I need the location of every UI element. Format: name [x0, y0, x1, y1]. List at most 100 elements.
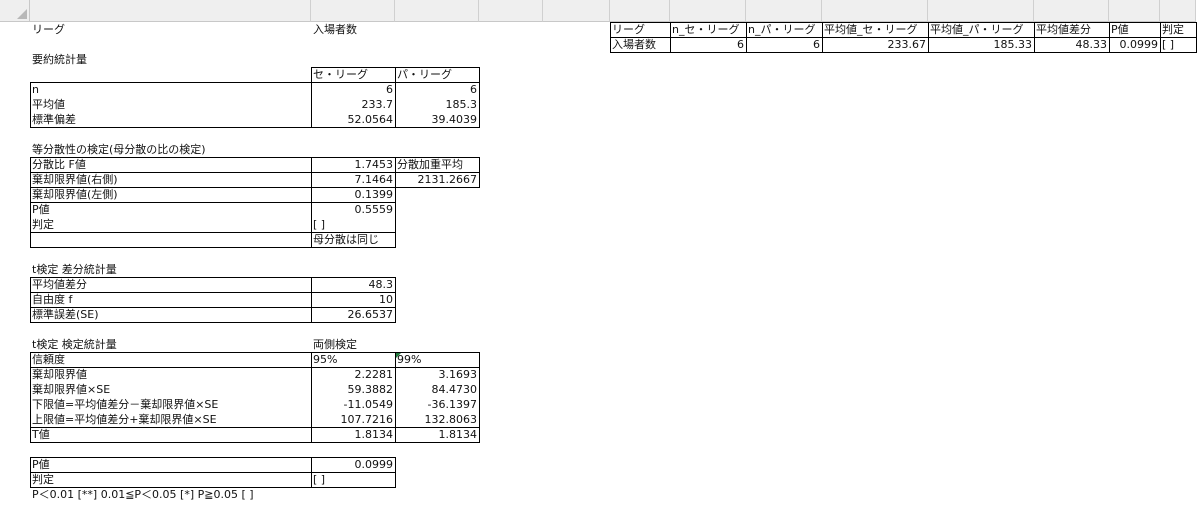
column-header-i[interactable]	[822, 0, 928, 22]
row-header-13[interactable]	[0, 202, 22, 217]
cell-c10[interactable]: 分散加重平均	[395, 157, 479, 172]
cell-i1[interactable]: 平均値_セ・リーグ	[822, 22, 928, 37]
cell-l1[interactable]: P値	[1109, 22, 1160, 37]
cell-j1[interactable]: 平均値_パ・リーグ	[928, 22, 1034, 37]
row-header-9[interactable]	[0, 142, 22, 157]
cell-a25[interactable]: 棄却限界値×SE	[30, 382, 311, 397]
row-header-16[interactable]	[0, 247, 22, 262]
cell-a6[interactable]: 平均値	[30, 97, 311, 112]
row-header-23[interactable]	[0, 352, 22, 367]
row-header-4[interactable]	[0, 67, 22, 82]
cell-a20[interactable]: 標準誤差(SE)	[30, 307, 311, 322]
row-header-3[interactable]	[0, 52, 22, 67]
column-header-a[interactable]	[30, 0, 311, 22]
column-header-m[interactable]	[1160, 0, 1196, 22]
cell-b20[interactable]: 26.6537	[311, 307, 395, 322]
cell-a26[interactable]: 下限値=平均値差分－棄却限界値×SE	[30, 397, 311, 412]
row-header-33[interactable]	[0, 502, 22, 517]
cell-h1[interactable]: n_パ・リーグ	[746, 22, 822, 37]
cell-a7[interactable]: 標準偏差	[30, 112, 311, 127]
row-header-25[interactable]	[0, 382, 22, 397]
row-header-29[interactable]	[0, 442, 22, 457]
cell-c4[interactable]: パ・リーグ	[395, 67, 479, 82]
cell-a19[interactable]: 自由度 f	[30, 292, 311, 307]
cell-c28[interactable]: 1.8134	[395, 427, 479, 442]
cell-g1[interactable]: n_セ・リーグ	[670, 22, 746, 37]
row-header-6[interactable]	[0, 97, 22, 112]
cell-b30[interactable]: 0.0999	[311, 457, 395, 472]
cell-b4[interactable]: セ・リーグ	[311, 67, 395, 82]
cell-j2[interactable]: 185.33	[928, 37, 1034, 52]
cell-b31[interactable]: [ ]	[311, 472, 395, 487]
cell-b10[interactable]: 1.7453	[311, 157, 395, 172]
row-header-18[interactable]	[0, 277, 22, 292]
row-header-8[interactable]	[0, 127, 22, 142]
row-header-7[interactable]	[0, 112, 22, 127]
cell-a1[interactable]: リーグ	[30, 22, 311, 37]
cell-a10[interactable]: 分散比 F値	[30, 157, 311, 172]
cell-b19[interactable]: 10	[311, 292, 395, 307]
cell-c7[interactable]: 39.4039	[395, 112, 479, 127]
row-header-10[interactable]	[0, 157, 22, 172]
cell-a23[interactable]: 信頼度	[30, 352, 311, 367]
cell-a32[interactable]: P＜0.01 [**] 0.01≦P＜0.05 [*] P≧0.05 [ ]	[30, 487, 311, 502]
cell-c27[interactable]: 132.8063	[395, 412, 479, 427]
cell-a22[interactable]: t検定 検定統計量	[30, 337, 311, 352]
cell-a30[interactable]: P値	[30, 457, 311, 472]
cell-b12[interactable]: 0.1399	[311, 187, 395, 202]
cell-c6[interactable]: 185.3	[395, 97, 479, 112]
cell-a13[interactable]: P値	[30, 202, 311, 217]
cell-a24[interactable]: 棄却限界値	[30, 367, 311, 382]
cell-b11[interactable]: 7.1464	[311, 172, 395, 187]
cell-b13[interactable]: 0.5559	[311, 202, 395, 217]
cell-b14[interactable]: [ ]	[311, 217, 395, 232]
row-header-31[interactable]	[0, 472, 22, 487]
cell-k1[interactable]: 平均値差分	[1034, 22, 1109, 37]
row-header-27[interactable]	[0, 412, 22, 427]
cell-a18[interactable]: 平均値差分	[30, 277, 311, 292]
column-header-b[interactable]	[311, 0, 395, 22]
row-header-32[interactable]	[0, 487, 22, 502]
cell-b25[interactable]: 59.3882	[311, 382, 395, 397]
cell-b23[interactable]: 95%	[311, 352, 395, 367]
cell-h2[interactable]: 6	[746, 37, 822, 52]
cell-c23[interactable]: 99%	[395, 352, 479, 367]
cell-k2[interactable]: 48.33	[1034, 37, 1109, 52]
row-header-20[interactable]	[0, 307, 22, 322]
cell-f1[interactable]: リーグ	[610, 22, 670, 37]
cell-b5[interactable]: 6	[311, 82, 395, 97]
cell-b1[interactable]: 入場者数	[311, 22, 395, 37]
row-header-14[interactable]	[0, 217, 22, 232]
cell-b6[interactable]: 233.7	[311, 97, 395, 112]
row-header-21[interactable]	[0, 322, 22, 337]
cell-b22[interactable]: 両側検定	[311, 337, 395, 352]
row-header-17[interactable]	[0, 262, 22, 277]
column-header-e[interactable]	[543, 0, 610, 22]
cell-a3[interactable]: 要約統計量	[30, 52, 311, 67]
cell-g2[interactable]: 6	[670, 37, 746, 52]
cell-a17[interactable]: t検定 差分統計量	[30, 262, 311, 277]
column-header-c[interactable]	[395, 0, 479, 22]
row-header-2[interactable]	[0, 37, 22, 52]
cell-a11[interactable]: 棄却限界値(右側)	[30, 172, 311, 187]
column-header-l[interactable]	[1109, 0, 1160, 22]
column-header-k[interactable]	[1034, 0, 1109, 22]
row-header-22[interactable]	[0, 337, 22, 352]
column-header-g[interactable]	[670, 0, 746, 22]
cell-a27[interactable]: 上限値=平均値差分+棄却限界値×SE	[30, 412, 311, 427]
cell-b28[interactable]: 1.8134	[311, 427, 395, 442]
cell-b27[interactable]: 107.7216	[311, 412, 395, 427]
cell-a14[interactable]: 判定	[30, 217, 311, 232]
column-header-d[interactable]	[479, 0, 543, 22]
spreadsheet-grid[interactable]: リーグ 入場者数 要約統計量 セ・リーグ パ・リーグ n 6 6 平均値 233.7 185.3 標準…	[0, 0, 1200, 517]
row-header-15[interactable]	[0, 232, 22, 247]
row-header-12[interactable]	[0, 187, 22, 202]
cell-c25[interactable]: 84.4730	[395, 382, 479, 397]
row-header-30[interactable]	[0, 457, 22, 472]
column-header-j[interactable]	[928, 0, 1034, 22]
cell-i2[interactable]: 233.67	[822, 37, 928, 52]
cell-a9[interactable]: 等分散性の検定(母分散の比の検定)	[30, 142, 311, 157]
row-header-26[interactable]	[0, 397, 22, 412]
cell-b15[interactable]: 母分散は同じ	[311, 232, 395, 247]
cell-b24[interactable]: 2.2281	[311, 367, 395, 382]
